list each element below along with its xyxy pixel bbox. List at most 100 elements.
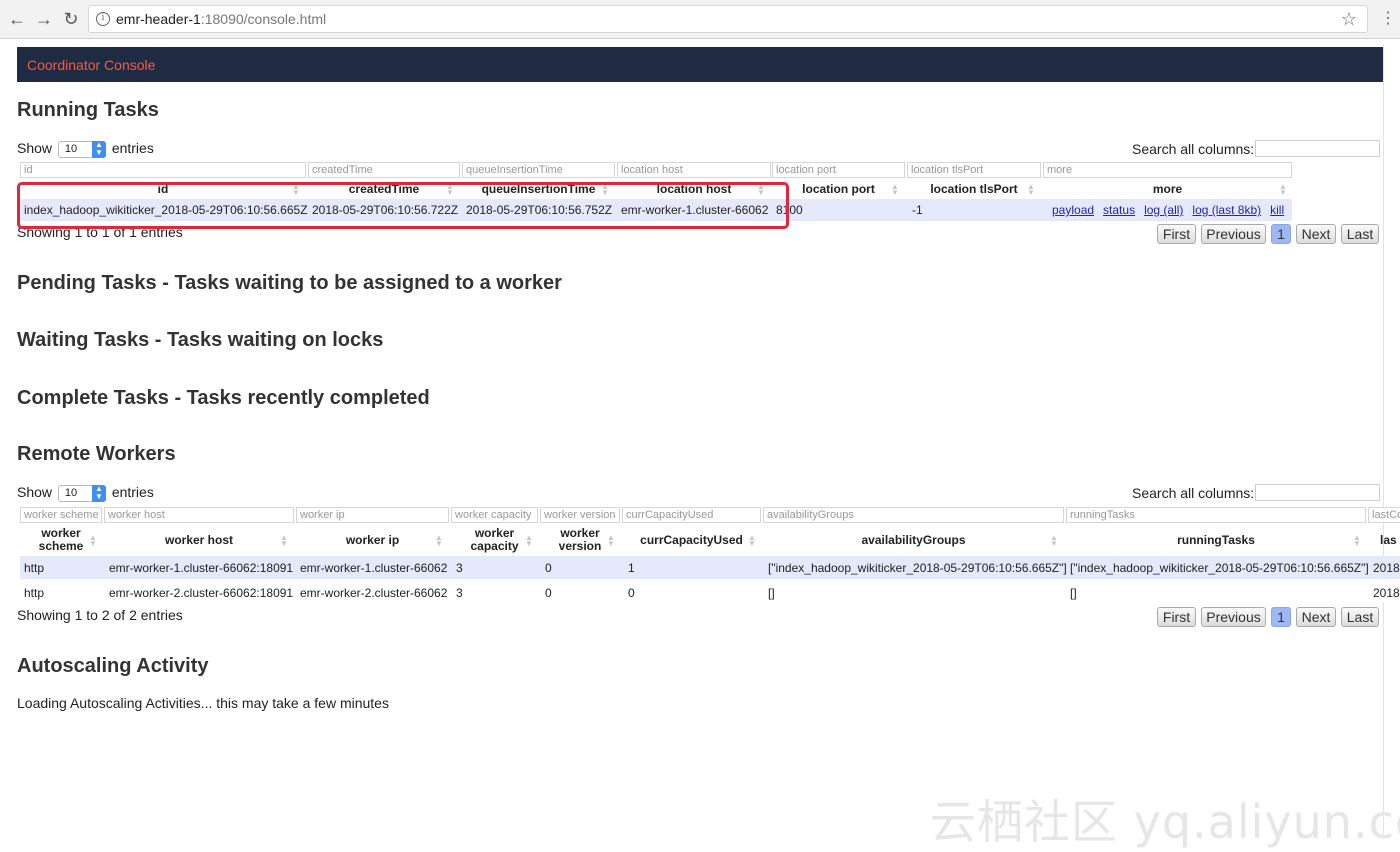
filter-location-host[interactable]: location host xyxy=(617,162,771,178)
column-header-availability-groups[interactable]: availabilityGroups xyxy=(763,534,1064,547)
last-completed-cell: 2018- xyxy=(1373,561,1400,575)
filter-created-time[interactable]: createdTime xyxy=(308,162,460,178)
log-all-link[interactable]: log (all) xyxy=(1144,203,1183,217)
annotation-highlight-box xyxy=(17,182,789,229)
log-last-8kb-link[interactable]: log (last 8kb) xyxy=(1192,203,1261,217)
column-header-location-port[interactable]: location port xyxy=(772,183,905,196)
reload-icon[interactable]: ↻ xyxy=(61,9,81,29)
first-page-button[interactable]: First xyxy=(1157,224,1196,244)
status-link[interactable]: status xyxy=(1103,203,1135,217)
worker-scheme-cell: http xyxy=(24,586,45,600)
current-page-button[interactable]: 1 xyxy=(1271,607,1291,627)
running-search: Search all columns: xyxy=(1132,140,1380,157)
filter-id[interactable]: id xyxy=(20,162,306,178)
sort-arrows-icon[interactable]: ▲ ▼ xyxy=(607,534,615,548)
header-label: runningTasks xyxy=(1177,533,1255,547)
payload-link[interactable]: payload xyxy=(1052,203,1094,217)
sort-arrows-icon[interactable]: ▲ ▼ xyxy=(435,534,443,548)
column-header-curr-capacity-used[interactable]: currCapacityUsed xyxy=(622,534,761,547)
entries-label: entries xyxy=(111,140,154,156)
last-completed-cell: 2018- xyxy=(1373,586,1400,600)
url-text[interactable]: emr-header-1:18090/console.html xyxy=(116,11,326,27)
task-actions-cell: payload status log (all) log (last 8kb) kill xyxy=(1052,203,1293,217)
sort-arrows-icon[interactable]: ▲ ▼ xyxy=(525,534,533,548)
filter-more[interactable]: more xyxy=(1043,162,1292,178)
previous-page-button[interactable]: Previous xyxy=(1201,224,1266,244)
header-label: location tlsPort xyxy=(930,182,1018,196)
entries-label: entries xyxy=(111,484,154,500)
sort-arrows-icon[interactable]: ▲ ▼ xyxy=(891,183,899,197)
header-label: worker version xyxy=(558,526,602,553)
select-caret-icon: ▲ ▼ xyxy=(91,140,106,158)
menu-kebab-icon[interactable]: ⋮ xyxy=(1380,8,1396,28)
filter-worker-ip[interactable]: worker ip xyxy=(296,507,449,523)
column-header-last-completed[interactable]: las xyxy=(1380,534,1400,547)
column-header-worker-ip[interactable]: worker ip xyxy=(296,534,449,547)
worker-version-cell: 0 xyxy=(545,561,552,575)
filter-running-tasks[interactable]: runningTasks xyxy=(1066,507,1366,523)
complete-tasks-heading: Complete Tasks - Tasks recently complete… xyxy=(17,387,430,409)
header-label: las xyxy=(1380,533,1397,547)
kill-link[interactable]: kill xyxy=(1270,203,1284,217)
url-host: emr-header-1 xyxy=(116,11,201,27)
filter-last-completed[interactable]: lastCo xyxy=(1368,507,1400,523)
sort-arrows-icon[interactable]: ▲ ▼ xyxy=(89,534,97,548)
current-page-button[interactable]: 1 xyxy=(1271,224,1291,244)
filter-queue-insertion-time[interactable]: queueInsertionTime xyxy=(462,162,615,178)
worker-capacity-cell: 3 xyxy=(456,561,463,575)
back-arrow-icon[interactable]: ← xyxy=(7,9,27,29)
console-banner: Coordinator Console xyxy=(17,47,1383,82)
filter-curr-capacity-used[interactable]: currCapacityUsed xyxy=(622,507,761,523)
column-header-more[interactable]: more xyxy=(1043,183,1292,196)
filter-worker-host[interactable]: worker host xyxy=(104,507,294,523)
last-page-button[interactable]: Last xyxy=(1341,224,1379,244)
filter-worker-capacity[interactable]: worker capacity xyxy=(451,507,538,523)
console-title[interactable]: Coordinator Console xyxy=(27,57,155,73)
filter-worker-scheme[interactable]: worker scheme xyxy=(20,507,102,523)
watermark: 云栖社区 yq.aliyun.com xyxy=(930,795,1400,849)
browser-toolbar: ← → ↻ i emr-header-1:18090/console.html … xyxy=(0,0,1400,39)
sort-arrows-icon[interactable]: ▲ ▼ xyxy=(280,534,288,548)
workers-table-info: Showing 1 to 2 of 2 entries xyxy=(17,607,183,623)
header-label: currCapacityUsed xyxy=(640,533,743,547)
previous-page-button[interactable]: Previous xyxy=(1201,607,1266,627)
filter-location-tlsport[interactable]: location tlsPort xyxy=(907,162,1041,178)
waiting-tasks-heading: Waiting Tasks - Tasks waiting on locks xyxy=(17,329,384,351)
next-page-button[interactable]: Next xyxy=(1296,224,1336,244)
last-page-button[interactable]: Last xyxy=(1341,607,1379,627)
scrollbar-track[interactable] xyxy=(1383,45,1384,835)
show-label: Show xyxy=(17,140,53,156)
sort-arrows-icon[interactable]: ▲ ▼ xyxy=(1353,534,1361,548)
sort-arrows-icon[interactable]: ▲ ▼ xyxy=(1027,183,1035,197)
filter-worker-version[interactable]: worker version xyxy=(540,507,620,523)
sort-arrows-icon[interactable]: ▲ ▼ xyxy=(1279,183,1287,197)
sort-arrows-icon[interactable]: ▲ ▼ xyxy=(748,534,756,548)
page-length-select[interactable]: 10 ▲ ▼ xyxy=(57,140,106,158)
workers-search-input[interactable] xyxy=(1255,484,1380,501)
filter-availability-groups[interactable]: availabilityGroups xyxy=(763,507,1064,523)
first-page-button[interactable]: First xyxy=(1157,607,1196,627)
info-icon[interactable]: i xyxy=(96,12,110,26)
worker-ip-cell: emr-worker-1.cluster-66062 xyxy=(300,561,448,575)
filter-location-port[interactable]: location port xyxy=(772,162,905,178)
header-label: availabilityGroups xyxy=(861,533,966,547)
running-tasks-cell: ["index_hadoop_wikiticker_2018-05-29T06:… xyxy=(1070,561,1369,575)
worker-ip-cell: emr-worker-2.cluster-66062 xyxy=(300,586,448,600)
forward-arrow-icon[interactable]: → xyxy=(34,9,54,29)
column-header-location-tlsport[interactable]: location tlsPort xyxy=(907,183,1041,196)
sort-arrows-icon[interactable]: ▲ ▼ xyxy=(1050,534,1058,548)
worker-host-cell: emr-worker-1.cluster-66062:18091 xyxy=(109,561,294,575)
availability-groups-cell: ["index_hadoop_wikiticker_2018-05-29T06:… xyxy=(768,561,1067,575)
bookmark-star-icon[interactable]: ☆ xyxy=(1341,9,1357,30)
column-header-worker-host[interactable]: worker host xyxy=(104,534,294,547)
running-search-input[interactable] xyxy=(1255,140,1380,157)
column-header-running-tasks[interactable]: runningTasks xyxy=(1066,534,1366,547)
address-bar[interactable]: i emr-header-1:18090/console.html ☆ xyxy=(88,5,1368,33)
running-tasks-cell: [] xyxy=(1070,586,1077,600)
workers-search: Search all columns: xyxy=(1132,484,1380,501)
location-tlsport-cell: -1 xyxy=(912,203,923,217)
page-length-select[interactable]: 10 ▲ ▼ xyxy=(57,484,106,502)
next-page-button[interactable]: Next xyxy=(1296,607,1336,627)
header-label: more xyxy=(1152,182,1183,196)
search-label: Search all columns: xyxy=(1132,485,1255,501)
